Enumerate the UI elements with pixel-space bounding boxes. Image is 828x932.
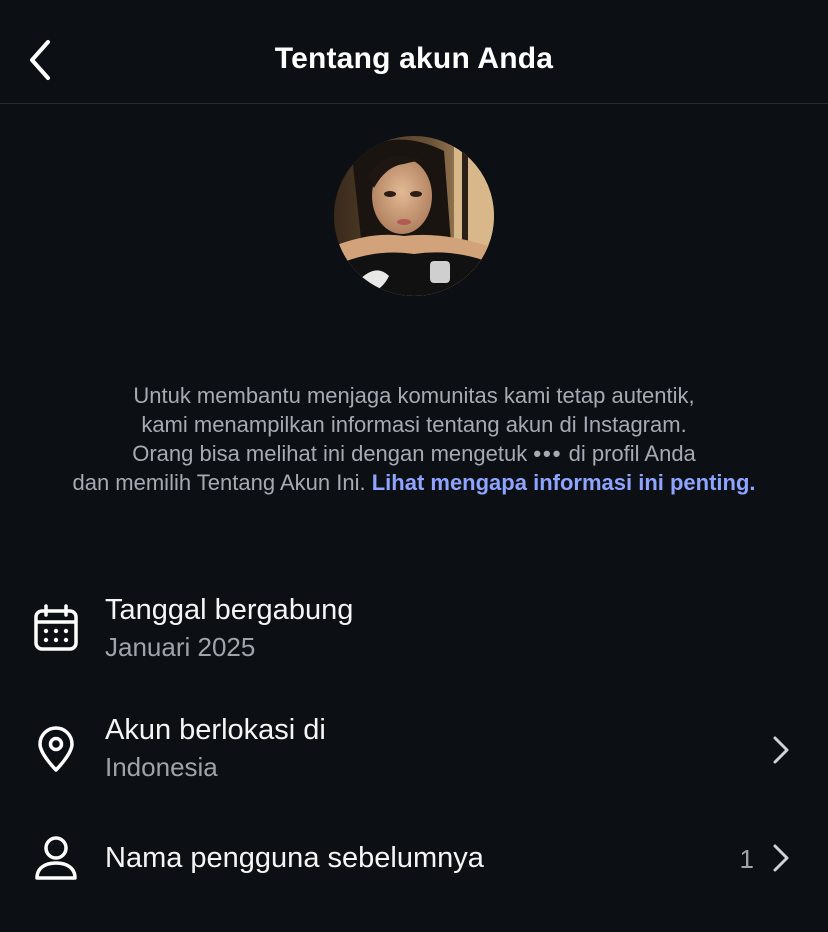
description-line: kami menampilkan informasi tentang akun … (141, 412, 687, 437)
row-former-usernames[interactable]: Nama pengguna sebelumnya 1 (0, 832, 828, 892)
profile-avatar (334, 136, 494, 296)
description-text: Orang bisa melihat ini dengan mengetuk (132, 441, 528, 466)
chevron-right-icon (770, 842, 792, 874)
description-text: dan memilih Tentang Akun Ini. (72, 470, 366, 495)
description-text: di profil Anda (568, 441, 696, 466)
row-date-joined: Tanggal bergabung Januari 2025 (0, 592, 828, 672)
header-bar: Tentang akun Anda (0, 0, 828, 104)
username-count: 1 (739, 844, 754, 874)
row-title: Tanggal bergabung (105, 594, 354, 626)
chevron-right-icon (770, 734, 792, 766)
about-account-screen: Tentang akun Anda Untuk membantu menjaga… (0, 0, 828, 932)
info-description: Untuk membantu menjaga komunitas kami te… (60, 381, 768, 497)
row-account-location[interactable]: Akun berlokasi di Indonesia (0, 712, 828, 792)
description-line: dan memilih Tentang Akun Ini. Lihat meng… (60, 468, 768, 497)
user-icon (32, 834, 80, 882)
row-title: Akun berlokasi di (105, 714, 326, 746)
learn-why-link[interactable]: Lihat mengapa informasi ini penting. (372, 470, 756, 495)
description-line: Orang bisa melihat ini dengan mengetuk •… (60, 439, 768, 468)
avatar-image (334, 136, 494, 296)
page-title: Tentang akun Anda (274, 42, 554, 75)
description-line: Untuk membantu menjaga komunitas kami te… (133, 383, 695, 408)
calendar-icon (32, 604, 80, 652)
row-title: Nama pengguna sebelumnya (105, 842, 484, 874)
row-subtitle: Januari 2025 (105, 632, 256, 662)
more-options-dots-icon: ••• (533, 441, 563, 466)
row-subtitle: Indonesia (105, 752, 218, 782)
location-pin-icon (32, 726, 80, 774)
